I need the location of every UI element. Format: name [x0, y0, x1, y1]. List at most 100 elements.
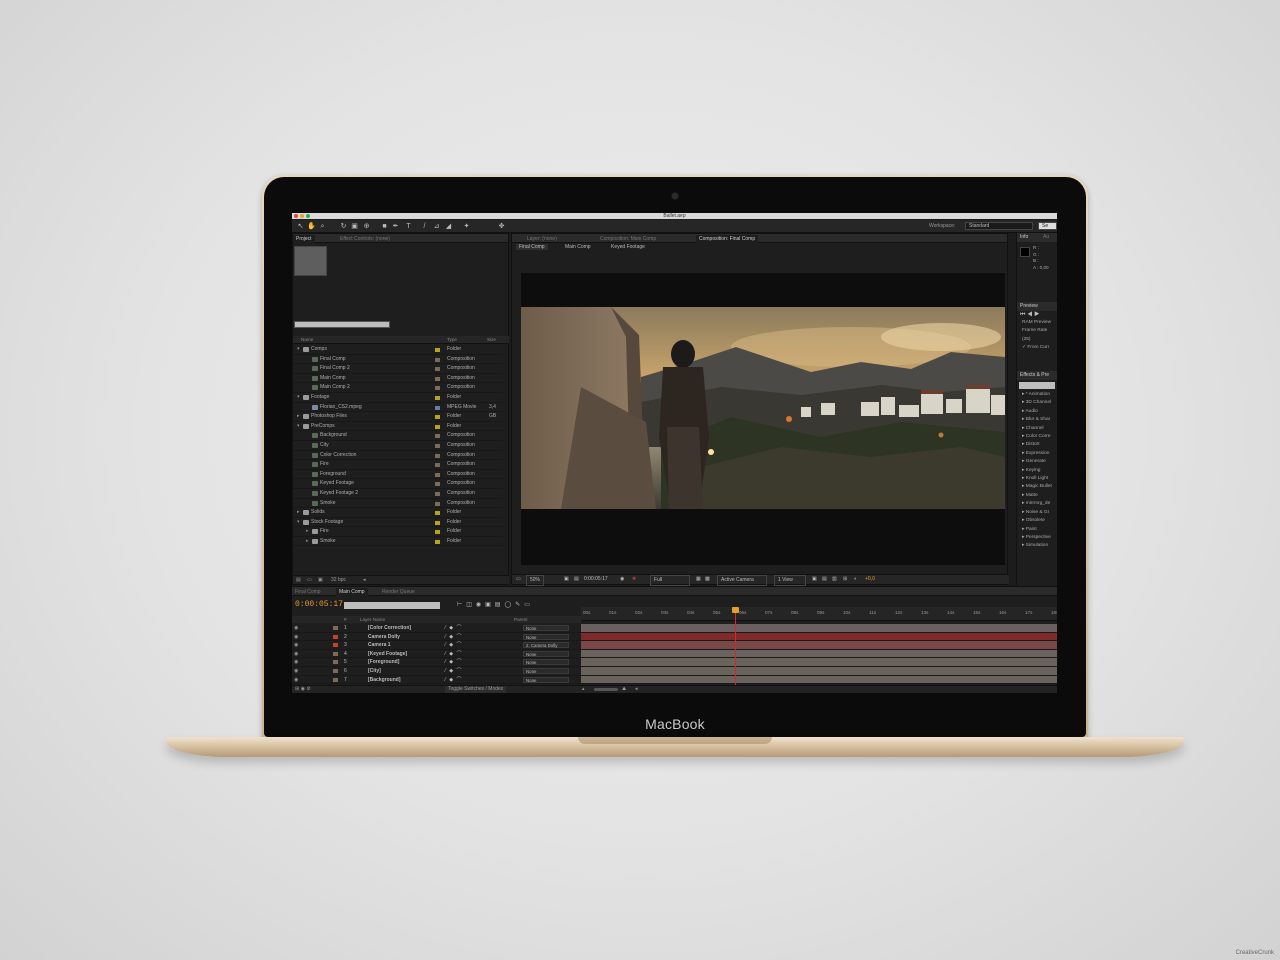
column-layer-name[interactable]: Layer Name	[360, 616, 385, 623]
chevron-down-icon[interactable]: ▾	[297, 393, 300, 402]
toggle-switches-modes[interactable]: Toggle Switches / Modes	[445, 686, 507, 693]
chevron-down-icon[interactable]: ▾	[297, 345, 300, 354]
project-item[interactable]: Final Comp 2 Composition	[293, 364, 503, 374]
flow-keyed-footage[interactable]: Keyed Footage	[611, 244, 645, 250]
tab-project[interactable]: Project	[293, 235, 315, 243]
project-item[interactable]: Background Composition	[293, 431, 503, 441]
layer-name[interactable]: [Color Correction]	[368, 624, 411, 632]
from-current-checkbox[interactable]: ✓ From Curr	[1017, 344, 1057, 352]
workspace-select[interactable]: Standard	[965, 222, 1033, 230]
parent-select[interactable]: None	[523, 650, 569, 657]
comp-flowchart-icon[interactable]: ⊞ ◉ ⚙	[295, 686, 311, 693]
label-color-swatch[interactable]	[435, 501, 440, 506]
preview-panel-title[interactable]: Preview	[1017, 302, 1057, 311]
bpc-label[interactable]: 32 bpc	[331, 576, 346, 584]
layer-duration-bar[interactable]	[581, 649, 1057, 659]
label-color-swatch[interactable]	[435, 463, 440, 468]
current-time-indicator-head[interactable]	[731, 607, 739, 613]
layer-switches-icon[interactable]: ⁄ ◆ ⌒	[445, 676, 462, 684]
label-color-swatch[interactable]	[435, 405, 440, 410]
interpret-footage-icon[interactable]: ▤	[296, 576, 301, 584]
zoom-tool-icon[interactable]: ⌕	[318, 222, 327, 231]
layer-row[interactable]: ◉ 6 [City] ⁄ ◆ ⌒ None	[292, 667, 581, 676]
tab-render-queue[interactable]: Render Queue	[379, 588, 418, 596]
timeline-icon[interactable]: ▥	[832, 575, 837, 584]
layer-name[interactable]: [City]	[368, 667, 381, 675]
project-item[interactable]: Keyed Footage 2 Composition	[293, 489, 503, 499]
layer-name[interactable]: Camera Dolly	[368, 633, 400, 641]
text-tool-icon[interactable]: T	[404, 222, 413, 231]
parent-select[interactable]: None	[523, 659, 569, 666]
project-item[interactable]: Florian_CS2.mpeg MPEG Movie 3,4 GB	[293, 403, 503, 419]
puppet-tool-icon[interactable]: ✦	[462, 222, 471, 231]
effects-category[interactable]: ▸ Audio	[1017, 408, 1057, 416]
grid-icon[interactable]: ▤	[574, 575, 579, 584]
tab-comp-final[interactable]: Composition: Final Comp	[696, 235, 759, 243]
label-color-swatch[interactable]	[435, 395, 440, 400]
ram-preview-label[interactable]: RAM Preview	[1017, 319, 1057, 327]
visibility-eye-icon[interactable]: ◉	[294, 658, 298, 666]
resolution-select[interactable]: Full	[650, 575, 690, 586]
effects-category[interactable]: ▸ Blur & Shar	[1017, 416, 1057, 424]
layer-switches-icon[interactable]: ⁄ ◆ ⌒	[445, 641, 462, 649]
tab-layer[interactable]: Layer: (none)	[524, 235, 560, 243]
project-item[interactable]: Final Comp Composition	[293, 355, 503, 365]
project-item[interactable]: Color Correction Composition	[293, 451, 503, 461]
timeline-timecode[interactable]: 0:00:05:17	[295, 600, 343, 609]
layer-row[interactable]: ◉ 1 [Color Correction] ⁄ ◆ ⌒ None	[292, 624, 581, 633]
layer-name[interactable]: [Foreground]	[368, 658, 399, 666]
effects-category[interactable]: ▸ Expression	[1017, 450, 1057, 458]
project-search-input[interactable]	[294, 321, 390, 328]
effects-category[interactable]: ▸ Channel	[1017, 425, 1057, 433]
layer-duration-bar[interactable]	[581, 658, 1057, 667]
project-item[interactable]: Foreground Composition	[293, 470, 503, 480]
effects-category[interactable]: ▸ Keying	[1017, 467, 1057, 475]
project-item[interactable]: ▾ PreComps Folder	[293, 422, 503, 432]
layer-switches-icon[interactable]: ⁄ ◆ ⌒	[445, 658, 462, 666]
label-color-swatch[interactable]	[435, 491, 440, 496]
effects-category[interactable]: ▸ Perspective	[1017, 534, 1057, 542]
chevron-right-icon[interactable]: ▸	[297, 508, 300, 517]
effects-category[interactable]: ▸ Noise & Gr	[1017, 509, 1057, 517]
label-color-swatch[interactable]	[435, 415, 440, 420]
visibility-eye-icon[interactable]: ◉	[294, 667, 298, 675]
current-time-indicator[interactable]	[734, 607, 736, 687]
layer-row[interactable]: ◉ 7 [Background] ⁄ ◆ ⌒ None	[292, 676, 581, 685]
layer-search-input[interactable]	[344, 602, 440, 609]
chevron-right-icon[interactable]: ▸	[297, 412, 300, 421]
project-item[interactable]: Keyed Footage Composition	[293, 479, 503, 489]
project-item[interactable]: ▾ Comps Folder	[293, 345, 503, 355]
visibility-eye-icon[interactable]: ◉	[294, 633, 298, 641]
label-color-swatch[interactable]	[435, 539, 440, 544]
project-item[interactable]: ▾ Footage Folder	[293, 393, 503, 403]
layer-duration-bar[interactable]	[581, 675, 1057, 685]
rotate-tool-icon[interactable]: ↻	[339, 222, 348, 231]
effects-panel-title[interactable]: Effects & Pre	[1017, 371, 1057, 380]
camera-select[interactable]: Active Camera	[717, 575, 767, 586]
exposure-value[interactable]: +0,0	[865, 575, 875, 584]
project-item[interactable]: ▸ Smoke Folder	[293, 537, 503, 547]
effects-category[interactable]: ▸ Matte	[1017, 492, 1057, 500]
label-color-swatch[interactable]	[435, 520, 440, 525]
tab-comp-main[interactable]: Composition: Main Comp	[597, 235, 659, 243]
parent-select[interactable]: None	[523, 667, 569, 674]
project-item[interactable]: Fire Composition	[293, 460, 503, 470]
effects-category[interactable]: ▸ Distort	[1017, 441, 1057, 449]
time-ruler[interactable]: 00s 01s 02s 03s 04s 05s 06s 07s 08s 09s 10s 11s 12s 1…	[581, 607, 1057, 621]
search-help-input[interactable]: Se	[1038, 222, 1057, 230]
layer-label-swatch[interactable]	[333, 660, 338, 665]
layer-row[interactable]: ◉ 2 Camera Dolly ⁄ ◆ ⌒ None	[292, 633, 581, 642]
layer-duration-bar[interactable]	[581, 641, 1057, 650]
zoom-in-icon[interactable]: ⛰	[622, 686, 626, 693]
chevron-right-icon[interactable]: ▸	[306, 537, 309, 546]
layer-duration-bar[interactable]	[581, 632, 1057, 642]
layer-switches-icon[interactable]: ⁄ ◆ ⌒	[445, 667, 462, 675]
frame-rate-value[interactable]: (25)	[1017, 336, 1057, 344]
effects-category[interactable]: ▸ mirrmrg_de	[1017, 500, 1057, 508]
label-color-swatch[interactable]	[435, 367, 440, 372]
column-size[interactable]: Size	[487, 337, 496, 342]
mask-tool-icon[interactable]: ■	[380, 222, 389, 231]
visibility-eye-icon[interactable]: ◉	[294, 624, 298, 632]
chevron-down-icon[interactable]: ▾	[297, 422, 300, 431]
flowchart-icon[interactable]: ⊞	[843, 575, 847, 584]
